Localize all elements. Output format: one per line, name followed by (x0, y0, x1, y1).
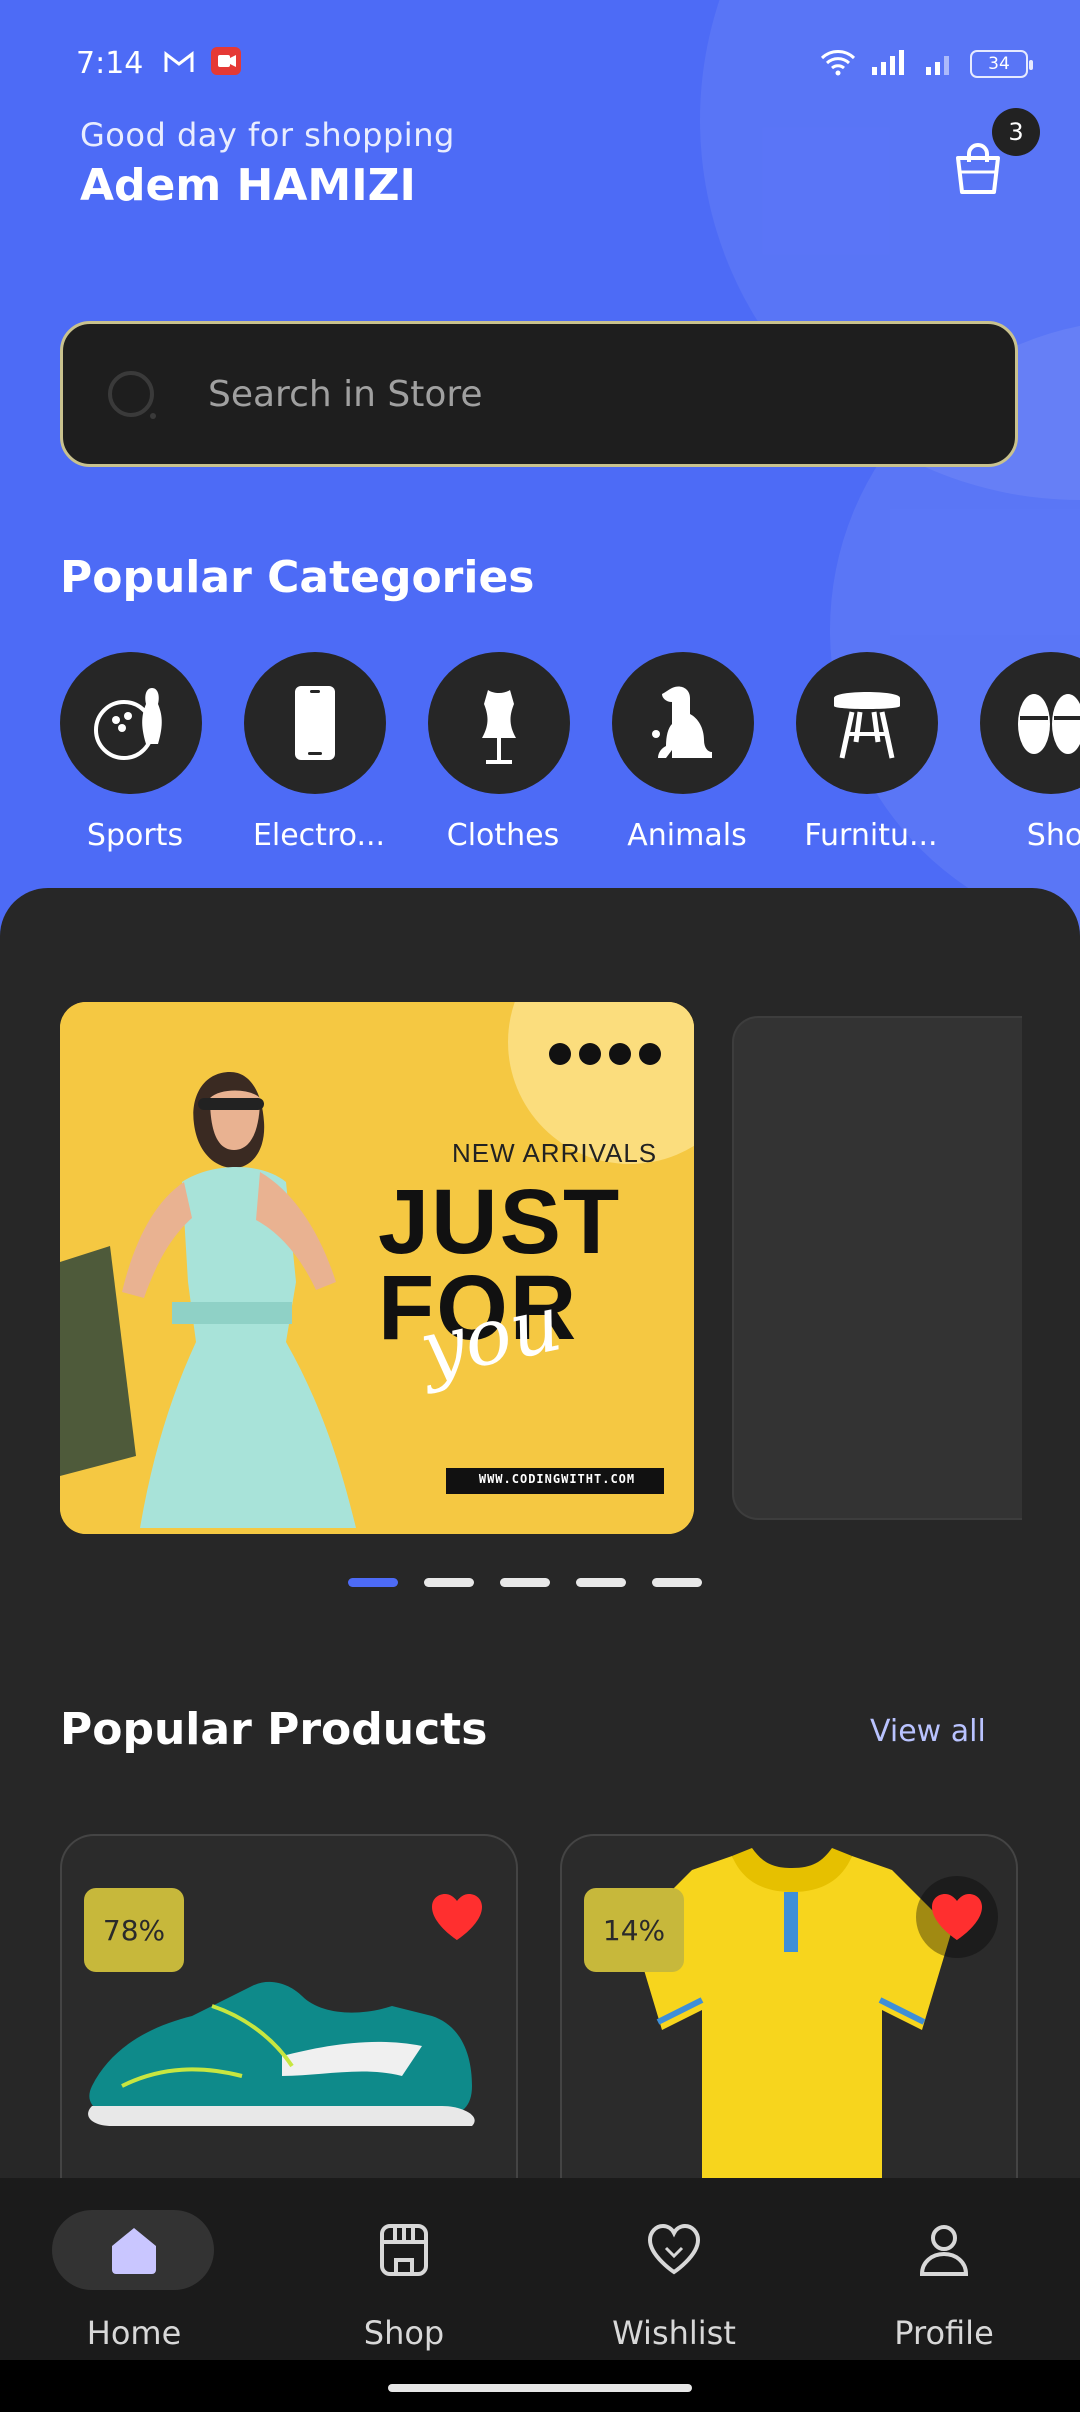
header-background: 7:14 34 Good day for shopping Adem HAMIZ… (0, 0, 1080, 960)
heart-icon (932, 1894, 982, 1940)
products-title: Popular Products (60, 1704, 488, 1755)
user-name: Adem HAMIZI (80, 160, 416, 211)
bowling-icon (94, 688, 162, 760)
nav-label: Profile (894, 2314, 994, 2352)
category-icon-circle (244, 652, 386, 794)
pagination-dot[interactable] (652, 1578, 702, 1587)
next-banner-preview[interactable] (732, 1016, 1022, 1520)
pagination-dot[interactable] (500, 1578, 550, 1587)
category-icon-circle (796, 652, 938, 794)
nav-label: Wishlist (612, 2314, 736, 2352)
home-gesture-handle[interactable] (388, 2384, 692, 2392)
record-icon (210, 46, 242, 80)
category-label: Clothes (446, 818, 560, 853)
nav-label: Home (86, 2314, 182, 2352)
discount-badge: 14% (584, 1888, 684, 1972)
product-card[interactable]: 14% (560, 1834, 1018, 2204)
gmail-icon (164, 50, 194, 78)
product-card[interactable]: 78% (60, 1834, 518, 2204)
nav-profile[interactable]: Profile (844, 2178, 1044, 2360)
banner-url: WWW.CODINGWITHT.COM (478, 1472, 636, 1486)
chair-icon (834, 692, 900, 759)
home-icon (106, 2222, 162, 2282)
category-label: Electro... (252, 818, 386, 853)
pagination-dot[interactable] (576, 1578, 626, 1587)
favorite-button[interactable] (916, 1876, 998, 1958)
pagination-dot[interactable] (424, 1578, 474, 1587)
heart-icon (646, 2222, 702, 2282)
status-time: 7:14 (76, 46, 144, 81)
category-electronics[interactable]: Electro... (244, 652, 394, 853)
view-all-link[interactable]: View all (870, 1714, 986, 1749)
category-label: Sho (1026, 818, 1080, 853)
banner-pagination (348, 1578, 702, 1587)
category-list: Sports Electro... Clothes Animals Furnit… (0, 652, 1080, 862)
category-icon-circle (60, 652, 202, 794)
slippers-icon (1018, 694, 1080, 754)
status-icons: 34 (820, 48, 1033, 80)
category-clothes[interactable]: Clothes (428, 652, 578, 853)
category-furniture[interactable]: Furnitu... (796, 652, 946, 853)
dog-icon (652, 686, 712, 758)
user-icon (916, 2222, 972, 2282)
signal-icon (870, 49, 910, 79)
category-icon-circle (980, 652, 1080, 794)
search-bar[interactable] (60, 321, 1018, 467)
nav-label: Shop (363, 2314, 445, 2352)
pagination-dot-active[interactable] (348, 1578, 398, 1587)
shop-icon (376, 2222, 432, 2282)
dress-form-icon (482, 682, 516, 764)
battery-icon: 34 (970, 50, 1033, 78)
category-icon-circle (428, 652, 570, 794)
nav-wishlist[interactable]: Wishlist (574, 2178, 774, 2360)
banner-subtitle: NEW ARRIVALS (452, 1138, 658, 1168)
category-label: Furnitu... (804, 818, 938, 853)
category-label: Sports (86, 818, 184, 853)
status-bar: 7:14 34 (0, 44, 1080, 84)
category-label: Animals (627, 818, 747, 853)
bottom-navigation: Home Shop Wishlist Profile (0, 2178, 1080, 2360)
discount-badge: 78% (84, 1888, 184, 1972)
signal-icon (924, 49, 956, 79)
heart-icon (432, 1894, 482, 1940)
category-icon-circle (612, 652, 754, 794)
nav-shop[interactable]: Shop (304, 2178, 504, 2360)
category-animals[interactable]: Animals (612, 652, 762, 853)
category-sports[interactable]: Sports (60, 652, 210, 853)
favorite-button[interactable] (416, 1876, 498, 1958)
nav-home[interactable]: Home (34, 2178, 234, 2360)
promo-banner[interactable]: NEW ARRIVALS JUST FOR you WWW.CODINGWITH… (60, 1002, 694, 1534)
search-icon (107, 370, 163, 430)
search-input[interactable] (208, 364, 968, 424)
greeting-text: Good day for shopping (80, 116, 455, 154)
phone-icon (295, 686, 335, 760)
cart-count-badge: 3 (992, 108, 1040, 156)
categories-title: Popular Categories (60, 552, 535, 603)
category-shoes[interactable]: Sho (980, 652, 1080, 853)
system-nav-bar (0, 2360, 1080, 2412)
wifi-icon (820, 48, 856, 80)
